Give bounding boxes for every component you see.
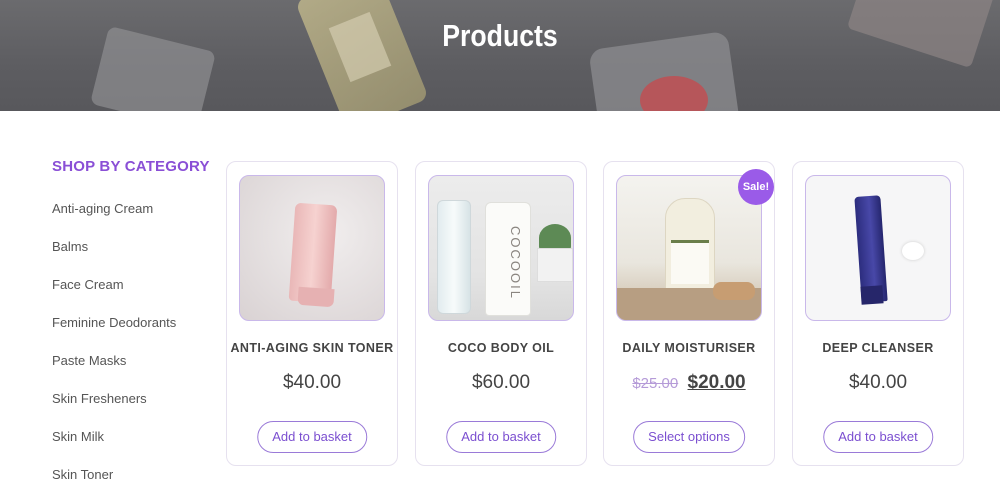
- product-sale-price: $20.00: [687, 372, 746, 393]
- pot-shape: [537, 248, 573, 282]
- product-card: Sale! DAILY MOISTURISER $25.00 $20.00 Se…: [603, 161, 775, 466]
- product-price: $25.00 $20.00: [604, 372, 774, 394]
- product-image[interactable]: [805, 175, 951, 321]
- page-title: Products: [442, 18, 558, 53]
- category-list: Anti-aging Cream Balms Face Cream Femini…: [52, 201, 222, 483]
- product-price: $40.00: [282, 372, 342, 393]
- product-name[interactable]: ANTI-AGING SKIN TONER: [227, 341, 397, 355]
- product-card: ANTI-AGING SKIN TONER $40.00 Add to bask…: [226, 161, 398, 466]
- add-to-basket-button[interactable]: Add to basket: [823, 421, 933, 453]
- category-link[interactable]: Face Cream: [52, 277, 222, 315]
- select-options-button[interactable]: Select options: [633, 421, 745, 453]
- category-link[interactable]: Balms: [52, 239, 222, 277]
- category-link[interactable]: Feminine Deodorants: [52, 315, 222, 353]
- bottle-label-text: COCOOIL: [508, 226, 523, 300]
- product-image[interactable]: COCOOIL: [428, 175, 574, 321]
- product-price: $60.00: [471, 372, 531, 393]
- hero-banner: Products: [0, 0, 1000, 111]
- category-link[interactable]: Paste Masks: [52, 353, 222, 391]
- lotion-label-shape: [671, 240, 709, 284]
- category-link[interactable]: Anti-aging Cream: [52, 201, 222, 239]
- category-link[interactable]: Skin Fresheners: [52, 391, 222, 429]
- product-image[interactable]: [239, 175, 385, 321]
- product-name[interactable]: COCO BODY OIL: [416, 341, 586, 355]
- sale-badge: Sale!: [738, 169, 774, 205]
- cream-dollop-shape: [902, 242, 924, 260]
- category-sidebar: SHOP BY CATEGORY Anti-aging Cream Balms …: [52, 158, 222, 483]
- add-to-basket-button[interactable]: Add to basket: [257, 421, 367, 453]
- product-name[interactable]: DAILY MOISTURISER: [604, 341, 774, 355]
- product-old-price: $25.00: [632, 375, 679, 392]
- cleanser-cap-shape: [860, 285, 884, 305]
- product-name[interactable]: DEEP CLEANSER: [793, 341, 963, 355]
- product-card: DEEP CLEANSER $40.00 Add to basket: [792, 161, 964, 466]
- toner-cap-shape: [297, 286, 335, 308]
- add-to-basket-button[interactable]: Add to basket: [446, 421, 556, 453]
- brush-shape: [713, 282, 755, 300]
- sidebar-heading: SHOP BY CATEGORY: [52, 158, 210, 175]
- product-price: $40.00: [848, 372, 908, 393]
- category-link[interactable]: Skin Toner: [52, 467, 222, 483]
- glass-bottle-shape: [437, 200, 471, 314]
- category-link[interactable]: Skin Milk: [52, 429, 222, 467]
- product-card: COCOOIL COCO BODY OIL $60.00 Add to bask…: [415, 161, 587, 466]
